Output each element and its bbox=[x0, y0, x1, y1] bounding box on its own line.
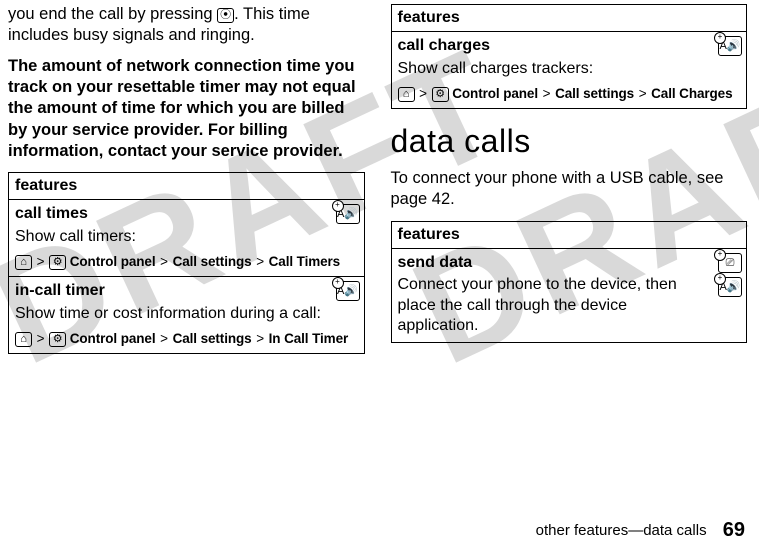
section-heading: data calls bbox=[391, 121, 746, 162]
path-segment: Control panel bbox=[70, 254, 156, 269]
menu-path: ⌂ > ⚙ Control panel > Call settings > Ca… bbox=[15, 253, 358, 270]
network-feature-icon: +A🔊 bbox=[336, 281, 360, 301]
menu-path: ⌂ > ⚙ Control panel > Call settings > In… bbox=[15, 330, 358, 347]
menu-path: ⌂ > ⚙ Control panel > Call settings > Ca… bbox=[398, 85, 741, 102]
path-segment: Call settings bbox=[555, 86, 634, 101]
features-table: features +A🔊 call times Show call timers… bbox=[8, 172, 365, 354]
table-row: +A🔊 in-call timer Show time or cost info… bbox=[9, 277, 364, 353]
home-icon: ⌂ bbox=[15, 255, 32, 270]
features-table: features +⎚ +A🔊 send data Connect your p… bbox=[391, 221, 748, 343]
feature-title: call times bbox=[15, 204, 358, 224]
feature-title: send data bbox=[398, 253, 741, 273]
tools-icon: ⚙ bbox=[49, 255, 66, 270]
badge-container: +A🔊 bbox=[336, 204, 360, 228]
tools-icon: ⚙ bbox=[432, 87, 449, 102]
path-segment: Call settings bbox=[173, 254, 252, 269]
badge-container: +A🔊 bbox=[336, 281, 360, 305]
paragraph: To connect your phone with a USB cable, … bbox=[391, 168, 746, 210]
text: you end the call by pressing bbox=[8, 5, 217, 23]
path-segment: Control panel bbox=[452, 86, 538, 101]
optional-accessory-icon: +⎚ bbox=[718, 253, 742, 273]
path-segment: Call Timers bbox=[269, 254, 340, 269]
page-content: you end the call by pressing ⦿. This tim… bbox=[0, 0, 759, 362]
table-row: +A🔊 call charges Show call charges track… bbox=[392, 32, 747, 108]
feature-body: Show call charges trackers: bbox=[398, 59, 741, 79]
table-row: +A🔊 call times Show call timers: ⌂ > ⚙ C… bbox=[9, 200, 364, 277]
path-segment: Call Charges bbox=[651, 86, 732, 101]
badge-container: +⎚ +A🔊 bbox=[718, 253, 742, 301]
network-feature-icon: +A🔊 bbox=[336, 204, 360, 224]
feature-title: call charges bbox=[398, 36, 741, 56]
table-row: +⎚ +A🔊 send data Connect your phone to t… bbox=[392, 249, 747, 342]
end-key-icon: ⦿ bbox=[217, 8, 234, 23]
home-icon: ⌂ bbox=[15, 332, 32, 347]
page-footer: other features—data calls 69 bbox=[536, 519, 745, 542]
paragraph: you end the call by pressing ⦿. This tim… bbox=[8, 4, 363, 46]
paragraph-bold: The amount of network connection time yo… bbox=[8, 56, 363, 162]
feature-body: Connect your phone to the device, then p… bbox=[398, 275, 741, 335]
path-segment: Control panel bbox=[70, 331, 156, 346]
network-feature-icon: +A🔊 bbox=[718, 277, 742, 297]
path-segment: Call settings bbox=[173, 331, 252, 346]
table-header: features bbox=[392, 5, 747, 32]
table-header: features bbox=[392, 222, 747, 249]
right-column: features +A🔊 call charges Show call char… bbox=[391, 4, 746, 362]
network-feature-icon: +A🔊 bbox=[718, 36, 742, 56]
footer-label: other features—data calls bbox=[536, 522, 707, 539]
tools-icon: ⚙ bbox=[49, 332, 66, 347]
home-icon: ⌂ bbox=[398, 87, 415, 102]
feature-body: Show call timers: bbox=[15, 227, 358, 247]
feature-body: Show time or cost information during a c… bbox=[15, 304, 358, 324]
path-segment: In Call Timer bbox=[269, 331, 348, 346]
badge-container: +A🔊 bbox=[718, 36, 742, 60]
features-table: features +A🔊 call charges Show call char… bbox=[391, 4, 748, 109]
left-column: you end the call by pressing ⦿. This tim… bbox=[8, 4, 363, 362]
feature-title: in-call timer bbox=[15, 281, 358, 301]
table-header: features bbox=[9, 173, 364, 200]
page-number: 69 bbox=[723, 519, 745, 541]
